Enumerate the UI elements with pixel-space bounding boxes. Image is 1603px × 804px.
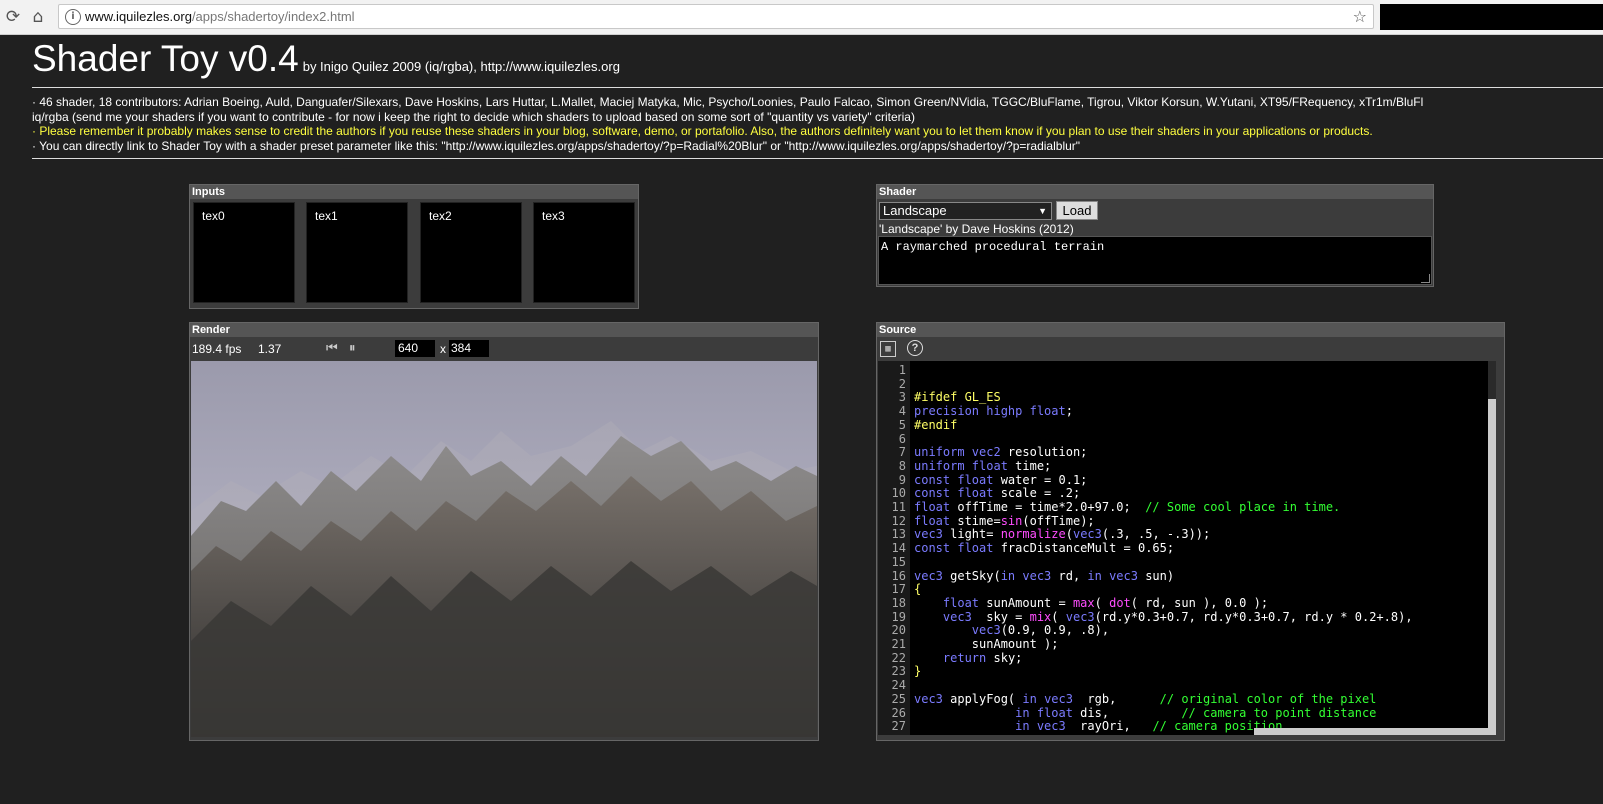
tex3-label: tex3	[542, 209, 565, 223]
redacted-area	[1380, 4, 1603, 30]
notes-block: · 46 shader, 18 contributors: Adrian Boe…	[32, 95, 1603, 153]
browser-toolbar: ⟳ ⌂ i www.iquilezles.org/apps/shadertoy/…	[0, 0, 1603, 35]
code-line: 14 const float fracDistanceMult = 0.65;	[891, 541, 1175, 556]
time-readout: 1.37	[258, 342, 282, 356]
render-controls: 189.4 fps 1.37 ⏮ ⏸ 640 x 384	[190, 337, 818, 361]
code-line: 7 uniform vec2 resolution;	[898, 445, 1088, 460]
code-line: 5 #endif	[898, 417, 958, 432]
code-line: 18 float sunAmount = max( dot( rd, sun )…	[891, 595, 1269, 610]
code-line: 10 const float scale = .2;	[891, 486, 1081, 501]
vertical-scroll-thumb[interactable]	[1488, 399, 1496, 735]
code-line: 22 return sky;	[891, 650, 1023, 665]
render-panel: Render 189.4 fps 1.37 ⏮ ⏸ 640 x 384	[189, 322, 819, 741]
size-separator: x	[440, 342, 446, 356]
render-canvas[interactable]	[191, 361, 817, 737]
divider-top	[32, 87, 1603, 88]
code-line: 6	[898, 431, 906, 446]
inputs-panel: Inputs tex0 tex1 tex2 tex3	[189, 184, 639, 309]
code-editor[interactable]: 1 2 3 #ifdef GL_ES 4 precision highp float…	[878, 361, 1496, 735]
tex1-label: tex1	[315, 209, 338, 223]
title-text: Shader Toy v0.4	[32, 38, 299, 79]
code-line: 24	[891, 678, 906, 693]
render-title: Render	[190, 323, 818, 337]
tex0-slot[interactable]: tex0	[193, 202, 295, 303]
divider-bottom	[32, 158, 1603, 159]
code-line: 17{	[891, 582, 922, 597]
code-line: 2	[898, 376, 906, 391]
source-panel: Source ▦ ? 1 2 3 #ifdef GL_ES 4 precision …	[876, 322, 1505, 741]
notes-link: · You can directly link to Shader Toy wi…	[32, 138, 1081, 153]
url-path: /apps/shadertoy/index2.html	[191, 9, 355, 24]
url-host: www.iquilezles.org	[85, 9, 192, 24]
notes-credit: · Please remember it probably makes sens…	[32, 124, 1373, 139]
url-text[interactable]: www.iquilezles.org/apps/shadertoy/index2…	[85, 9, 355, 24]
tex0-label: tex0	[202, 209, 225, 223]
info-icon[interactable]: i	[65, 9, 81, 25]
code-line: 4 precision highp float;	[898, 404, 1073, 419]
shader-title: Shader	[877, 185, 1433, 199]
byline: by Inigo Quilez 2009 (iq/rgba), http://w…	[302, 59, 620, 74]
pause-icon[interactable]: ⏸	[349, 341, 356, 356]
shader-select[interactable]: Landscape ▼	[879, 202, 1052, 220]
dropdown-arrow-icon: ▼	[1038, 206, 1047, 216]
vertical-scrollbar[interactable]	[1488, 361, 1496, 735]
tex1-slot[interactable]: tex1	[306, 202, 408, 303]
height-input[interactable]: 384	[449, 340, 489, 357]
home-icon[interactable]: ⌂	[27, 6, 49, 28]
code-line: 12 float stime=sin(offTime);	[891, 513, 1095, 528]
load-button[interactable]: Load	[1056, 201, 1098, 220]
code-line: 1	[898, 363, 906, 377]
notes-contribute: iq/rgba (send me your shaders if you wan…	[32, 109, 915, 124]
code-line: 16 vec3 getSky(in vec3 rd, in vec3 sun)	[891, 568, 1175, 583]
tex2-slot[interactable]: tex2	[420, 202, 522, 303]
code-line: 8 uniform float time;	[898, 458, 1052, 473]
code-line: 19 vec3 sky = mix( vec3(rd.y*0.3+0.7, rd…	[891, 609, 1413, 624]
resize-grip-icon[interactable]	[1421, 274, 1430, 283]
shader-selected-value: Landscape	[883, 203, 947, 218]
editor-mode-icon[interactable]: ▦	[880, 341, 896, 357]
tex2-label: tex2	[429, 209, 452, 223]
shader-description-text: A raymarched procedural terrain	[881, 240, 1105, 254]
code-line: 9 const float water = 0.1;	[898, 472, 1088, 487]
reload-icon[interactable]: ⟳	[2, 6, 24, 28]
source-toolbar: ▦ ?	[877, 337, 1504, 361]
code-line: 11 float offTime = time*2.0+97.0; // Some…	[891, 500, 1341, 514]
code-line: 20 vec3(0.9, 0.9, .8),	[891, 623, 1110, 638]
horizontal-scroll-thumb[interactable]	[1254, 728, 1494, 735]
code-line: 27 in vec3 rayOri, // camera position	[891, 719, 1283, 734]
shader-author: 'Landscape' by Dave Hoskins (2012)	[879, 222, 1074, 236]
shader-panel: Shader Landscape ▼ Load 'Landscape' by Da…	[876, 184, 1434, 287]
code-line: 26 in float dis, // camera to point dist…	[891, 705, 1377, 720]
shader-description[interactable]: A raymarched procedural terrain	[878, 236, 1432, 285]
code-line: 15	[891, 554, 906, 569]
rewind-icon[interactable]: ⏮	[326, 341, 338, 356]
code-line: 25 vec3 applyFog( in vec3 rgb, // origina…	[891, 691, 1377, 706]
code-line: 13 vec3 light= normalize(vec3(.3, .5, -.3…	[891, 527, 1211, 542]
page-title: Shader Toy v0.4 by Inigo Quilez 2009 (iq/…	[32, 38, 620, 80]
code-line: 3 #ifdef GL_ES	[898, 390, 1001, 405]
notes-contributors: · 46 shader, 18 contributors: Adrian Boe…	[32, 95, 1424, 109]
source-title: Source	[877, 323, 1504, 337]
tex3-slot[interactable]: tex3	[533, 202, 635, 303]
width-input[interactable]: 640	[395, 340, 435, 357]
bookmark-star-icon[interactable]: ☆	[1353, 7, 1367, 26]
code-line: 23}	[891, 664, 922, 679]
inputs-title: Inputs	[190, 185, 638, 199]
code-line: 21 sunAmount );	[891, 637, 1059, 651]
address-bar[interactable]: i www.iquilezles.org/apps/shadertoy/inde…	[58, 4, 1374, 29]
fps-readout: 189.4 fps	[192, 342, 242, 356]
help-icon[interactable]: ?	[907, 340, 923, 356]
